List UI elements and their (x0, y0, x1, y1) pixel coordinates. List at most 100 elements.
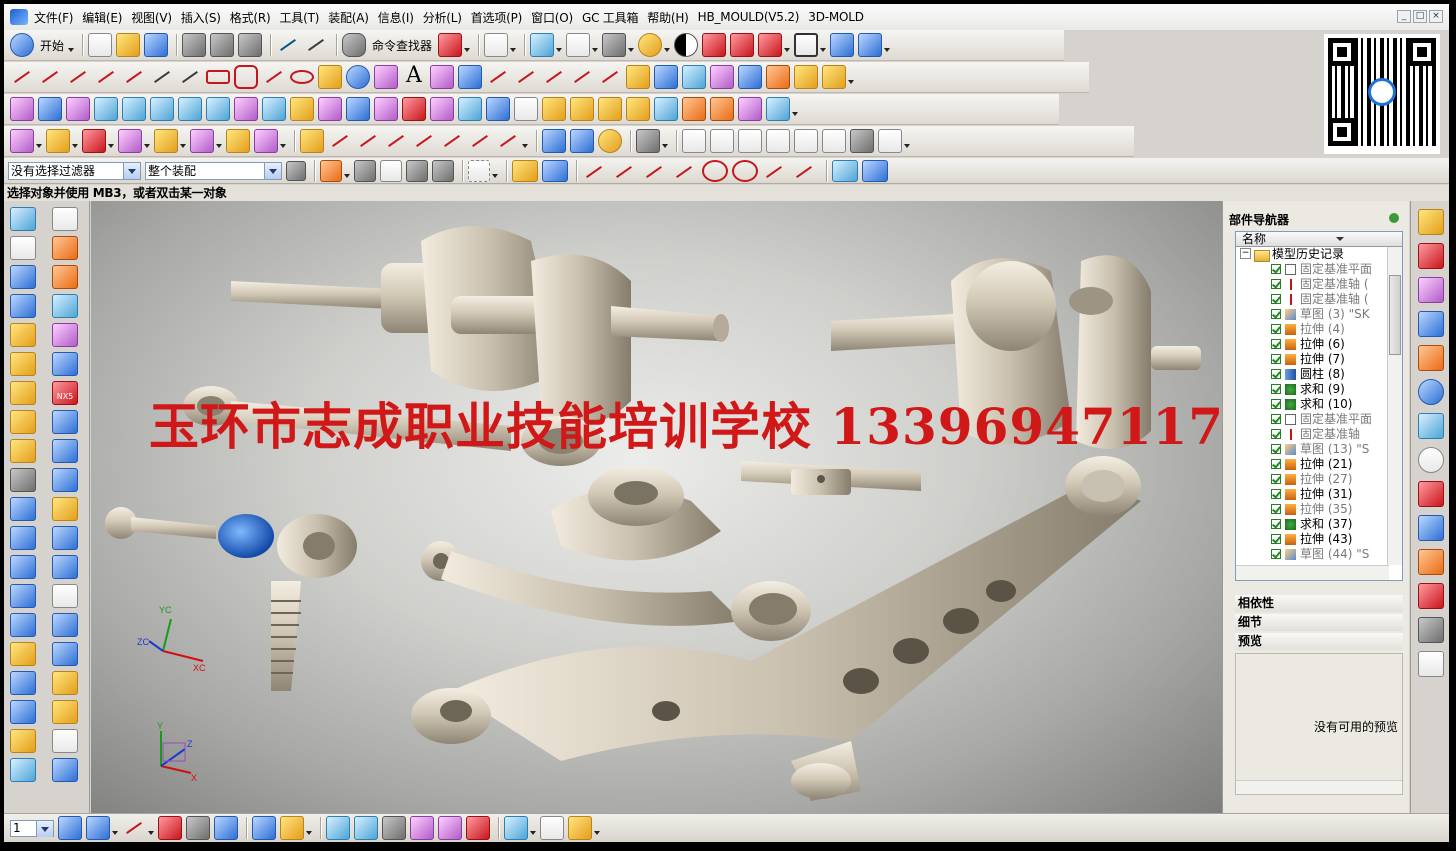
layer-settings-icon[interactable] (58, 816, 82, 840)
snap-endpoint-icon[interactable] (582, 160, 608, 182)
flange-model[interactable] (551, 466, 721, 561)
tree-row[interactable]: 拉伸 (7) (1236, 352, 1402, 367)
snap-grid-icon[interactable] (320, 159, 342, 182)
split-body-icon[interactable] (52, 584, 78, 608)
tree-vertical-scrollbar[interactable] (1387, 247, 1402, 565)
subtract-icon[interactable] (52, 265, 78, 289)
hole-feature-icon[interactable] (46, 129, 70, 153)
wcs-origin-icon[interactable] (122, 816, 146, 840)
assembly-move-icon[interactable] (858, 33, 883, 57)
intersect-icon[interactable] (52, 294, 78, 318)
checkbox-icon[interactable] (1271, 459, 1281, 469)
groove-icon[interactable] (10, 671, 36, 695)
edit-sketch-icon[interactable] (300, 129, 324, 153)
edit-object-display-icon[interactable] (252, 816, 276, 840)
snap-quadrant-icon[interactable] (732, 159, 758, 182)
web-browser-icon[interactable] (1418, 379, 1444, 405)
thread-icon[interactable] (10, 758, 36, 782)
soft-blend-icon[interactable] (626, 97, 650, 121)
checkbox-icon[interactable] (1271, 489, 1281, 499)
menu-info[interactable]: 信息(I) (378, 9, 423, 26)
contrast-icon[interactable] (674, 33, 699, 57)
start-icon[interactable] (10, 33, 34, 57)
tree-row[interactable]: 草图 (3) "SK (1236, 307, 1402, 322)
database-icon[interactable] (542, 129, 566, 153)
checkbox-icon[interactable] (1271, 534, 1281, 544)
curvature-comb-icon[interactable] (682, 129, 706, 153)
split-curve-icon[interactable] (514, 65, 538, 89)
command-finder-button[interactable]: 命令查找器 (372, 37, 432, 54)
checkbox-icon[interactable] (1271, 474, 1281, 484)
display-mode-icon[interactable] (602, 33, 627, 57)
delete-face-icon[interactable] (52, 729, 78, 753)
bridge-curve-icon[interactable] (458, 65, 482, 89)
slot-icon[interactable] (10, 642, 36, 666)
section-preview[interactable]: 预览 (1235, 633, 1403, 650)
tube-icon[interactable] (10, 410, 36, 434)
preview-scrollbar[interactable] (1236, 780, 1402, 794)
edge-blend-icon[interactable] (118, 129, 142, 153)
styled-blend-icon[interactable] (654, 97, 678, 121)
line-icon[interactable] (10, 65, 34, 89)
mesh-curve-icon[interactable] (682, 65, 706, 89)
checkbox-icon[interactable] (1271, 414, 1281, 424)
app-logo-icon[interactable] (10, 9, 28, 25)
class-select-icon[interactable] (410, 816, 434, 840)
model-history-tree[interactable]: 名称 模型历史记录 固定基准平面固定基准轴 (固定基准轴 (草图 (3) "SK… (1235, 231, 1403, 581)
sketch-plane-icon[interactable] (52, 207, 78, 231)
tree-row[interactable]: 圆柱 (8) (1236, 367, 1402, 382)
boss-icon[interactable] (10, 555, 36, 579)
rib-icon[interactable] (10, 700, 36, 724)
shell-body-icon[interactable] (52, 468, 78, 492)
wcs-save-icon[interactable] (214, 816, 238, 840)
tree-row[interactable]: 草图 (13) "S (1236, 442, 1402, 457)
clock-icon[interactable] (1418, 447, 1444, 473)
chevron-down-icon[interactable] (264, 162, 281, 179)
tree-row[interactable]: 拉伸 (4) (1236, 322, 1402, 337)
sketch-mirror-icon[interactable] (468, 129, 492, 153)
class-filter-icon[interactable] (438, 816, 462, 840)
menu-3d-mold[interactable]: 3D-MOLD (808, 10, 873, 24)
n-sided-surface-icon[interactable] (262, 97, 286, 121)
measure-icon[interactable] (878, 129, 902, 153)
cylinder-project-icon[interactable] (738, 65, 762, 89)
menu-tools[interactable]: 工具(T) (280, 9, 329, 26)
sew-icon[interactable] (402, 97, 426, 121)
pattern-feature-icon[interactable] (52, 671, 78, 695)
menu-edit[interactable]: 编辑(E) (82, 9, 131, 26)
offset-surface-icon[interactable] (318, 97, 342, 121)
close-button[interactable]: × (1429, 10, 1443, 23)
wcs-rotate-icon[interactable] (186, 816, 210, 840)
pin-icon[interactable] (1389, 213, 1399, 223)
checkbox-icon[interactable] (1271, 339, 1281, 349)
select-feature-icon[interactable] (432, 159, 454, 182)
assembly-navigator-icon[interactable] (1418, 209, 1444, 235)
polyline-icon[interactable] (122, 65, 146, 89)
g0-continuity-icon[interactable] (738, 129, 762, 153)
menu-file[interactable]: 文件(F) (34, 9, 82, 26)
sphere-icon[interactable] (10, 526, 36, 550)
sphere-shade-icon[interactable] (638, 33, 663, 57)
through-mesh-icon[interactable] (150, 97, 174, 121)
styled-corner-icon[interactable] (710, 97, 734, 121)
silhouette-flange-icon[interactable] (766, 97, 790, 121)
g2-continuity-icon[interactable] (794, 129, 818, 153)
through-curves-icon[interactable] (122, 97, 146, 121)
project-curve-icon[interactable] (626, 65, 650, 89)
intersect-curve-icon[interactable] (598, 65, 622, 89)
snap-intersection-icon[interactable] (672, 160, 698, 182)
extension-icon[interactable] (374, 97, 398, 121)
face-blend-icon[interactable] (682, 97, 706, 121)
checkbox-icon[interactable] (1271, 294, 1281, 304)
checkbox-icon[interactable] (1271, 429, 1281, 439)
class-invert-icon[interactable] (466, 816, 490, 840)
tree-row[interactable]: 草图 (44) "S (1236, 547, 1402, 562)
parabola-icon[interactable] (318, 65, 342, 89)
emboss-icon[interactable] (10, 729, 36, 753)
extrude-icon[interactable] (10, 323, 36, 347)
menu-assembly[interactable]: 装配(A) (328, 9, 378, 26)
trim-body-icon[interactable] (52, 555, 78, 579)
binoculars-icon[interactable] (342, 33, 367, 57)
checkbox-icon[interactable] (1271, 384, 1281, 394)
tree-row[interactable]: 固定基准轴 (1236, 427, 1402, 442)
